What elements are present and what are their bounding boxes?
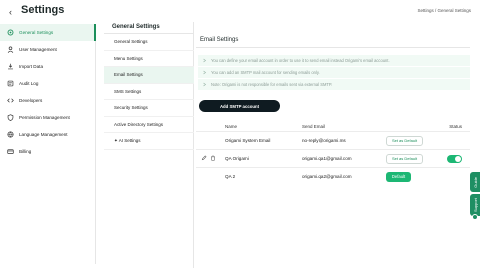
info-note: You can define your email account in ord… xyxy=(198,55,470,66)
info-note: You can add an SMTP mail account for sen… xyxy=(198,67,470,78)
table-row: QA Origami origami.qa1@gmail.com Set as … xyxy=(196,149,470,167)
add-smtp-account-button[interactable]: Add SMTP account xyxy=(199,100,280,112)
sidebar-item-permission-management[interactable]: Permission Management xyxy=(0,109,95,126)
smtp-accounts-table: Name Send Email Status Origami System Em… xyxy=(196,122,470,185)
set-as-default-button[interactable]: Set as Default xyxy=(386,153,423,164)
table-row: Origami System Email no-reply@origami.ms… xyxy=(196,131,470,149)
email-settings-panel: Email Settings You can define your email… xyxy=(196,33,470,263)
note-text: You can add an SMTP mail account for sen… xyxy=(211,70,320,75)
billing-icon xyxy=(7,148,14,155)
account-name: Origami System Email xyxy=(225,138,271,143)
sidebar-item-label: Developers xyxy=(19,98,43,103)
subnav-list: General Settings Menu Settings Email Set… xyxy=(104,33,194,150)
sidebar-item-language-management[interactable]: Language Management xyxy=(0,126,95,143)
sparkle-icon: ✦ xyxy=(114,137,118,143)
subnav-item-active-directory-settings[interactable]: Active Directory Settings xyxy=(104,117,194,133)
account-email: no-reply@origami.ms xyxy=(302,138,346,143)
chevron-right-icon xyxy=(202,58,207,63)
sidebar-item-import-data[interactable]: Import Data xyxy=(0,58,95,75)
column-header-name: Name xyxy=(225,124,238,129)
support-tab-label: Support xyxy=(472,197,478,212)
guide-tab-label: Guide xyxy=(472,176,478,188)
sidebar-item-label: Language Management xyxy=(19,132,68,137)
subnav-item-general-settings[interactable]: General Settings xyxy=(104,34,194,51)
sidebar-item-label: Permission Management xyxy=(19,115,70,120)
column-header-status: Status xyxy=(449,124,462,129)
account-name: QA 2 xyxy=(225,174,236,179)
support-tab[interactable]: Support xyxy=(470,194,480,220)
developer-icon xyxy=(7,97,14,104)
account-name: QA Origami xyxy=(225,156,249,161)
user-icon xyxy=(7,46,14,53)
subnav-title: General Settings xyxy=(112,24,160,30)
sidebar-item-label: Import Data xyxy=(19,64,43,69)
set-as-default-button[interactable]: Set as Default xyxy=(386,135,423,146)
divider xyxy=(196,47,470,48)
sidebar-item-label: User Management xyxy=(19,47,57,52)
notification-dot-icon xyxy=(472,214,478,220)
subnav-item-label: AI Settings xyxy=(118,138,141,144)
section-title: Email Settings xyxy=(200,37,239,43)
sidebar-item-label: Audit Log xyxy=(19,81,39,86)
account-email: origami.qa1@gmail.com xyxy=(302,156,352,161)
top-bar: ‹ Settings Settings / General Settings xyxy=(0,0,480,22)
table-header: Name Send Email Status xyxy=(196,122,470,131)
gear-icon xyxy=(7,29,14,36)
subnav-item-menu-settings[interactable]: Menu Settings xyxy=(104,51,194,67)
trash-icon[interactable] xyxy=(210,155,216,162)
info-note: Note: Origami is not responsible for ema… xyxy=(198,79,470,90)
sidebar-item-developers[interactable]: Developers xyxy=(0,92,95,109)
shield-icon xyxy=(7,114,14,121)
column-header-send-email: Send Email xyxy=(302,124,326,129)
sidebar-item-label: General Settings xyxy=(19,30,54,35)
breadcrumb[interactable]: Settings / General Settings xyxy=(417,8,471,13)
guide-tab[interactable]: Guide xyxy=(470,172,480,192)
subnav-item-sms-settings[interactable]: SMS Settings xyxy=(104,84,194,100)
import-icon xyxy=(7,63,14,70)
note-text: You can define your email account in ord… xyxy=(211,58,390,63)
log-icon xyxy=(7,80,14,87)
sidebar-item-label: Billing xyxy=(19,149,32,154)
settings-subnav: General Settings General Settings Menu S… xyxy=(104,22,194,268)
chevron-right-icon xyxy=(202,70,207,75)
note-text: Note: Origami is not responsible for ema… xyxy=(211,82,333,87)
page-title: Settings xyxy=(21,4,65,16)
chevron-left-icon[interactable]: ‹ xyxy=(9,7,12,17)
sidebar-item-audit-log[interactable]: Audit Log xyxy=(0,75,95,92)
edit-icon[interactable] xyxy=(201,155,207,162)
table-row: QA 2 origami.qa2@gmail.com Default xyxy=(196,167,470,185)
chevron-right-icon xyxy=(202,82,207,87)
globe-icon xyxy=(7,131,14,138)
status-toggle[interactable] xyxy=(447,154,462,163)
subnav-item-email-settings[interactable]: Email Settings xyxy=(104,67,194,84)
sidebar-item-general-settings[interactable]: General Settings xyxy=(0,24,96,41)
subnav-item-security-settings[interactable]: Security Settings xyxy=(104,100,194,117)
sidebar-item-billing[interactable]: Billing xyxy=(0,143,95,160)
sidebar: General Settings User Management Import … xyxy=(0,24,96,264)
account-email: origami.qa2@gmail.com xyxy=(302,174,352,179)
sidebar-item-user-management[interactable]: User Management xyxy=(0,41,95,58)
subnav-item-ai-settings[interactable]: ✦ AI Settings xyxy=(104,133,194,150)
default-badge-button[interactable]: Default xyxy=(386,171,411,182)
info-notes: You can define your email account in ord… xyxy=(198,55,470,91)
